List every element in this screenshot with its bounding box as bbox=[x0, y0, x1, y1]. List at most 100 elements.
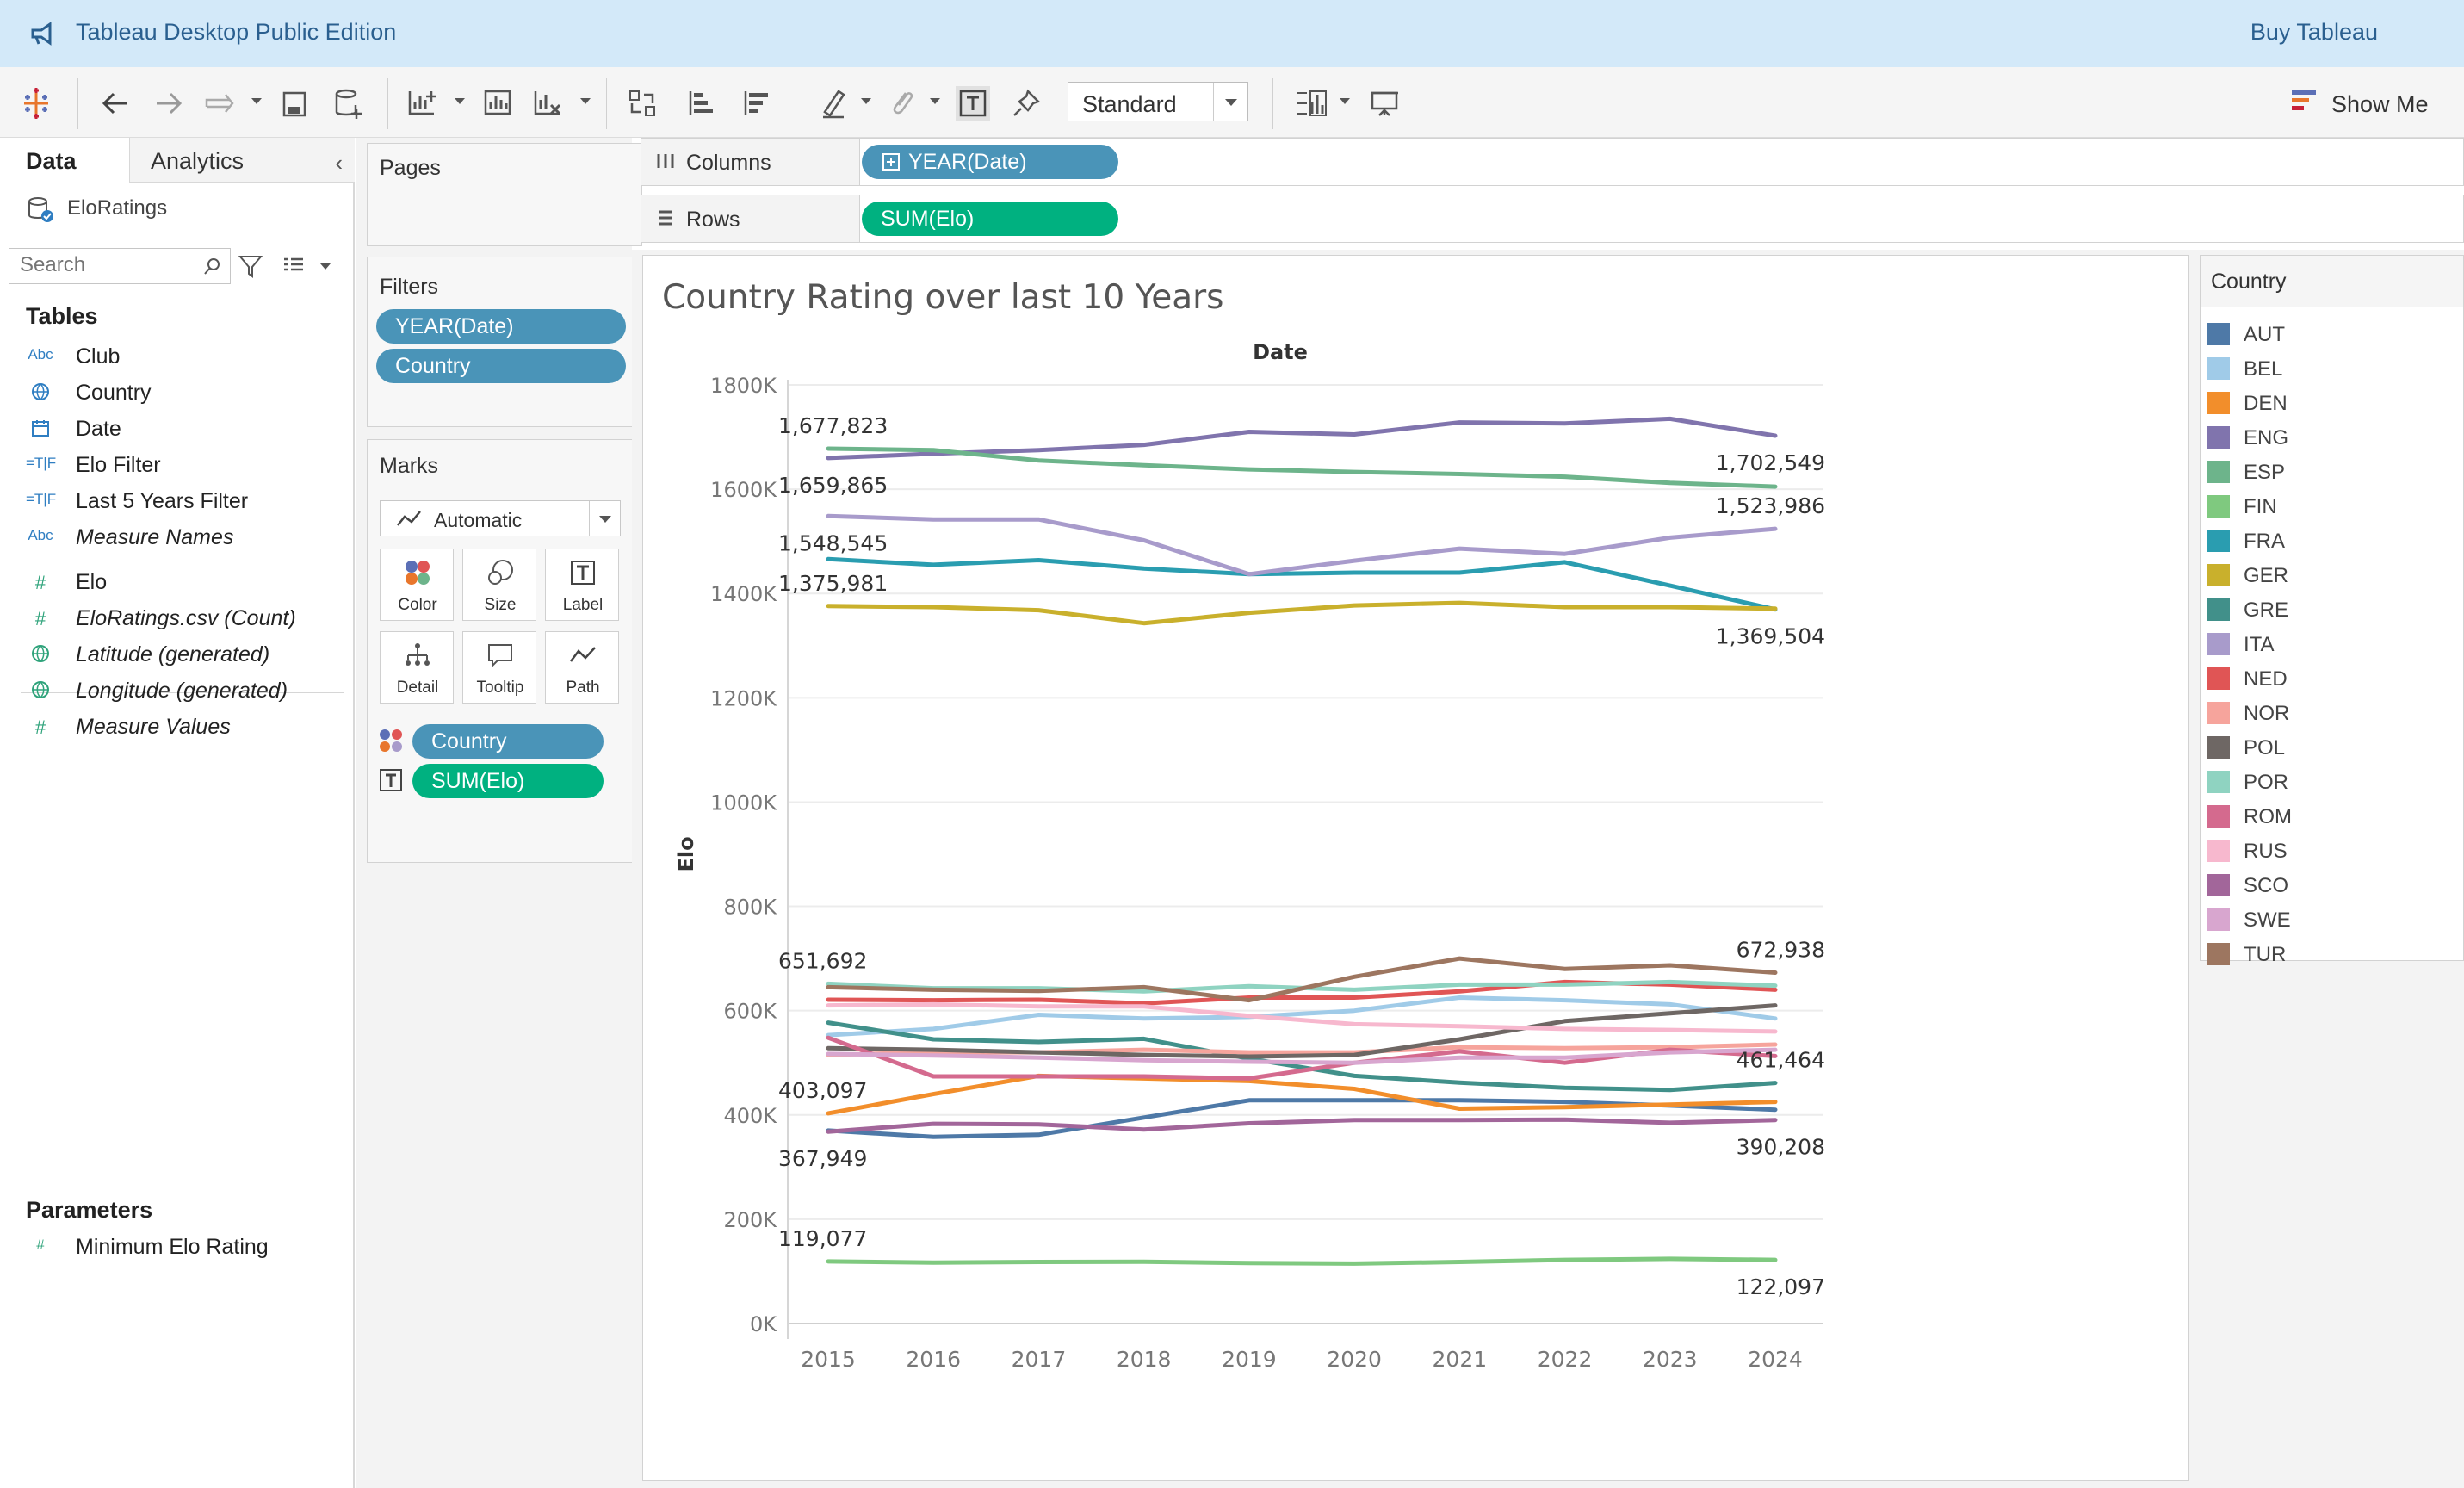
field-item[interactable]: # Measure Values bbox=[26, 711, 344, 746]
globe-icon bbox=[26, 680, 55, 704]
legend-item[interactable]: AUT bbox=[2207, 318, 2457, 349]
viz-area[interactable]: Country Rating over last 10 Years Date El… bbox=[642, 255, 2189, 1481]
field-name: Club bbox=[76, 344, 121, 369]
new-datasource-icon[interactable] bbox=[331, 86, 365, 121]
size-button[interactable]: Size bbox=[462, 549, 536, 621]
legend-item[interactable]: GRE bbox=[2207, 593, 2457, 624]
color-button[interactable]: Color bbox=[380, 549, 454, 621]
color-legend[interactable]: Country AUT BEL DEN ENG ESP FIN FRA GER GRE ITA NE… bbox=[2200, 255, 2464, 966]
legend-label: ENG bbox=[2244, 426, 2289, 450]
tooltip-button[interactable]: Tooltip bbox=[462, 631, 536, 704]
legend-item[interactable]: POR bbox=[2207, 766, 2457, 797]
legend-item[interactable]: NED bbox=[2207, 662, 2457, 693]
clear-sheet-icon[interactable] bbox=[530, 86, 565, 121]
series-line-den bbox=[826, 1073, 1778, 1116]
redo-icon[interactable] bbox=[203, 86, 238, 121]
collapse-pane-chevron-icon[interactable]: ‹ bbox=[335, 150, 343, 177]
show-cards-icon[interactable] bbox=[1293, 86, 1328, 121]
columns-pill-year-date[interactable]: YEAR(Date) bbox=[862, 145, 1118, 179]
x-tick-label: 2023 bbox=[1643, 1347, 1698, 1372]
search-field[interactable] bbox=[9, 248, 231, 284]
field-item[interactable]: # EloRatings.csv (Count) bbox=[26, 603, 344, 637]
number-hash-icon: # bbox=[34, 572, 46, 593]
datasource-item[interactable]: EloRatings bbox=[26, 193, 344, 227]
fit-dropdown[interactable]: Standard bbox=[1068, 82, 1248, 121]
legend-item[interactable]: ESP bbox=[2207, 456, 2457, 487]
series-line-sco bbox=[826, 1117, 1778, 1134]
detail-button[interactable]: Detail bbox=[380, 631, 454, 704]
series-line-ned bbox=[826, 979, 1778, 1006]
label-button[interactable]: Label bbox=[545, 549, 619, 621]
tableau-logo-icon[interactable] bbox=[19, 86, 53, 121]
parameter-item[interactable]: # Minimum Elo Rating bbox=[26, 1231, 344, 1266]
data-label: 1,702,549 bbox=[1716, 450, 1825, 475]
legend-label: NED bbox=[2244, 667, 2288, 691]
buy-tableau-link[interactable]: Buy Tableau bbox=[2250, 19, 2378, 46]
legend-item[interactable]: DEN bbox=[2207, 387, 2457, 418]
back-arrow-icon[interactable] bbox=[98, 86, 133, 121]
path-button[interactable]: Path bbox=[545, 631, 619, 704]
search-icon bbox=[204, 258, 220, 275]
forward-arrow-icon[interactable] bbox=[152, 86, 186, 121]
field-item[interactable]: =T|F Last 5 Years Filter bbox=[26, 486, 344, 520]
swap-rows-columns-icon[interactable] bbox=[625, 86, 659, 121]
field-item[interactable]: Abc Club bbox=[26, 341, 344, 375]
field-item[interactable]: Latitude (generated) bbox=[26, 639, 344, 673]
legend-item[interactable]: FRA bbox=[2207, 524, 2457, 555]
columns-shelf-label: Columns bbox=[641, 139, 860, 185]
field-name: Date bbox=[76, 417, 121, 441]
field-item[interactable]: Longitude (generated) bbox=[26, 675, 344, 710]
legend-item[interactable]: ROM bbox=[2207, 800, 2457, 831]
new-worksheet-icon[interactable] bbox=[405, 86, 439, 121]
duplicate-sheet-icon[interactable] bbox=[480, 86, 515, 121]
field-item[interactable]: Abc Measure Names bbox=[26, 522, 344, 556]
data-label: 461,464 bbox=[1737, 1048, 1825, 1073]
line-chart[interactable]: Date Elo 0K 200K 400K 600K 800K 1000K 1200K 1400K… bbox=[643, 256, 2189, 1482]
label-t-icon bbox=[571, 561, 595, 585]
view-list-icon[interactable] bbox=[281, 253, 306, 279]
search-input[interactable] bbox=[20, 249, 192, 282]
save-icon[interactable] bbox=[277, 86, 312, 121]
pages-card[interactable]: Pages bbox=[367, 143, 642, 246]
data-label: 1,523,986 bbox=[1716, 493, 1825, 518]
legend-item[interactable]: ITA bbox=[2207, 628, 2457, 659]
expand-plus-icon[interactable] bbox=[882, 153, 900, 170]
field-item[interactable]: =T|F Elo Filter bbox=[26, 450, 344, 484]
sort-ascending-icon[interactable] bbox=[684, 86, 718, 121]
legend-item[interactable]: GER bbox=[2207, 559, 2457, 590]
legend-item[interactable]: ENG bbox=[2207, 421, 2457, 452]
filter-pill-country[interactable]: Country bbox=[376, 349, 626, 383]
columns-shelf[interactable]: Columns YEAR(Date) bbox=[641, 138, 2464, 186]
filters-card[interactable]: Filters YEAR(Date) Country bbox=[367, 257, 642, 427]
rows-pill-sum-elo[interactable]: SUM(Elo) bbox=[862, 202, 1118, 236]
legend-item[interactable]: BEL bbox=[2207, 352, 2457, 383]
mark-type-dropdown[interactable]: Automatic bbox=[380, 500, 621, 536]
legend-item[interactable]: POL bbox=[2207, 731, 2457, 762]
marks-pill-country[interactable]: Country bbox=[412, 724, 604, 759]
chevron-down-icon[interactable] bbox=[320, 264, 331, 270]
presentation-mode-icon[interactable] bbox=[1367, 86, 1402, 121]
field-item[interactable]: Country bbox=[26, 377, 344, 412]
highlight-pen-icon[interactable] bbox=[816, 86, 851, 121]
data-label: 390,208 bbox=[1737, 1135, 1825, 1160]
field-name: Last 5 Years Filter bbox=[76, 489, 249, 513]
legend-item[interactable]: TUR bbox=[2207, 938, 2457, 969]
field-item[interactable]: # Elo bbox=[26, 567, 344, 601]
marks-card: Marks Automatic Color Size Label Detail … bbox=[367, 439, 642, 863]
tab-analytics[interactable]: Analytics ‹ bbox=[129, 138, 355, 183]
filter-pill-year-date[interactable]: YEAR(Date) bbox=[376, 309, 626, 344]
legend-item[interactable]: RUS bbox=[2207, 834, 2457, 865]
tab-data[interactable]: Data bbox=[0, 138, 129, 183]
legend-item[interactable]: SWE bbox=[2207, 903, 2457, 934]
legend-item[interactable]: FIN bbox=[2207, 490, 2457, 521]
filter-funnel-icon[interactable] bbox=[238, 253, 263, 279]
show-mark-labels-icon[interactable] bbox=[956, 86, 990, 121]
legend-item[interactable]: SCO bbox=[2207, 869, 2457, 900]
field-item[interactable]: Date bbox=[26, 413, 344, 448]
group-paperclip-icon[interactable] bbox=[885, 86, 919, 121]
sort-descending-icon[interactable] bbox=[739, 86, 773, 121]
marks-pill-sum-elo[interactable]: SUM(Elo) bbox=[412, 764, 604, 798]
rows-shelf[interactable]: Rows SUM(Elo) bbox=[641, 195, 2464, 243]
legend-item[interactable]: NOR bbox=[2207, 697, 2457, 728]
fix-axes-pin-icon[interactable] bbox=[1009, 86, 1043, 121]
